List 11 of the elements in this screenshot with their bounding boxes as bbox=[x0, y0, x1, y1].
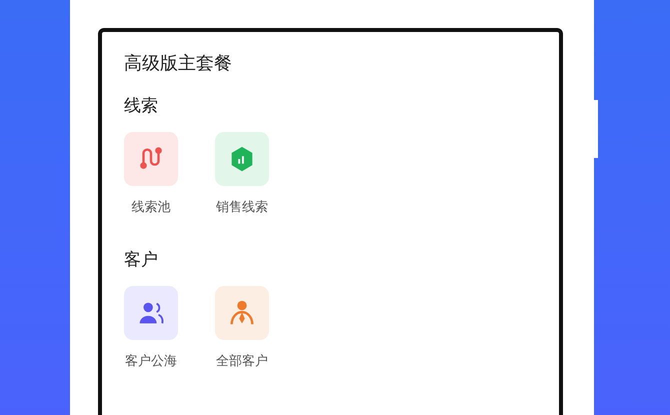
app-tile[interactable] bbox=[215, 286, 269, 340]
app-tile[interactable] bbox=[124, 132, 178, 186]
app-label: 线索池 bbox=[132, 199, 170, 217]
section-title: 线索 bbox=[124, 95, 159, 118]
section-title: 客户 bbox=[124, 248, 159, 272]
app-label: 客户公海 bbox=[125, 352, 177, 370]
app-tile[interactable] bbox=[215, 132, 269, 186]
app-label: 全部客户 bbox=[216, 352, 268, 370]
app-tile[interactable] bbox=[124, 286, 178, 340]
package-title: 高级版主套餐 bbox=[124, 52, 233, 76]
app-label: 销售线索 bbox=[216, 199, 268, 217]
